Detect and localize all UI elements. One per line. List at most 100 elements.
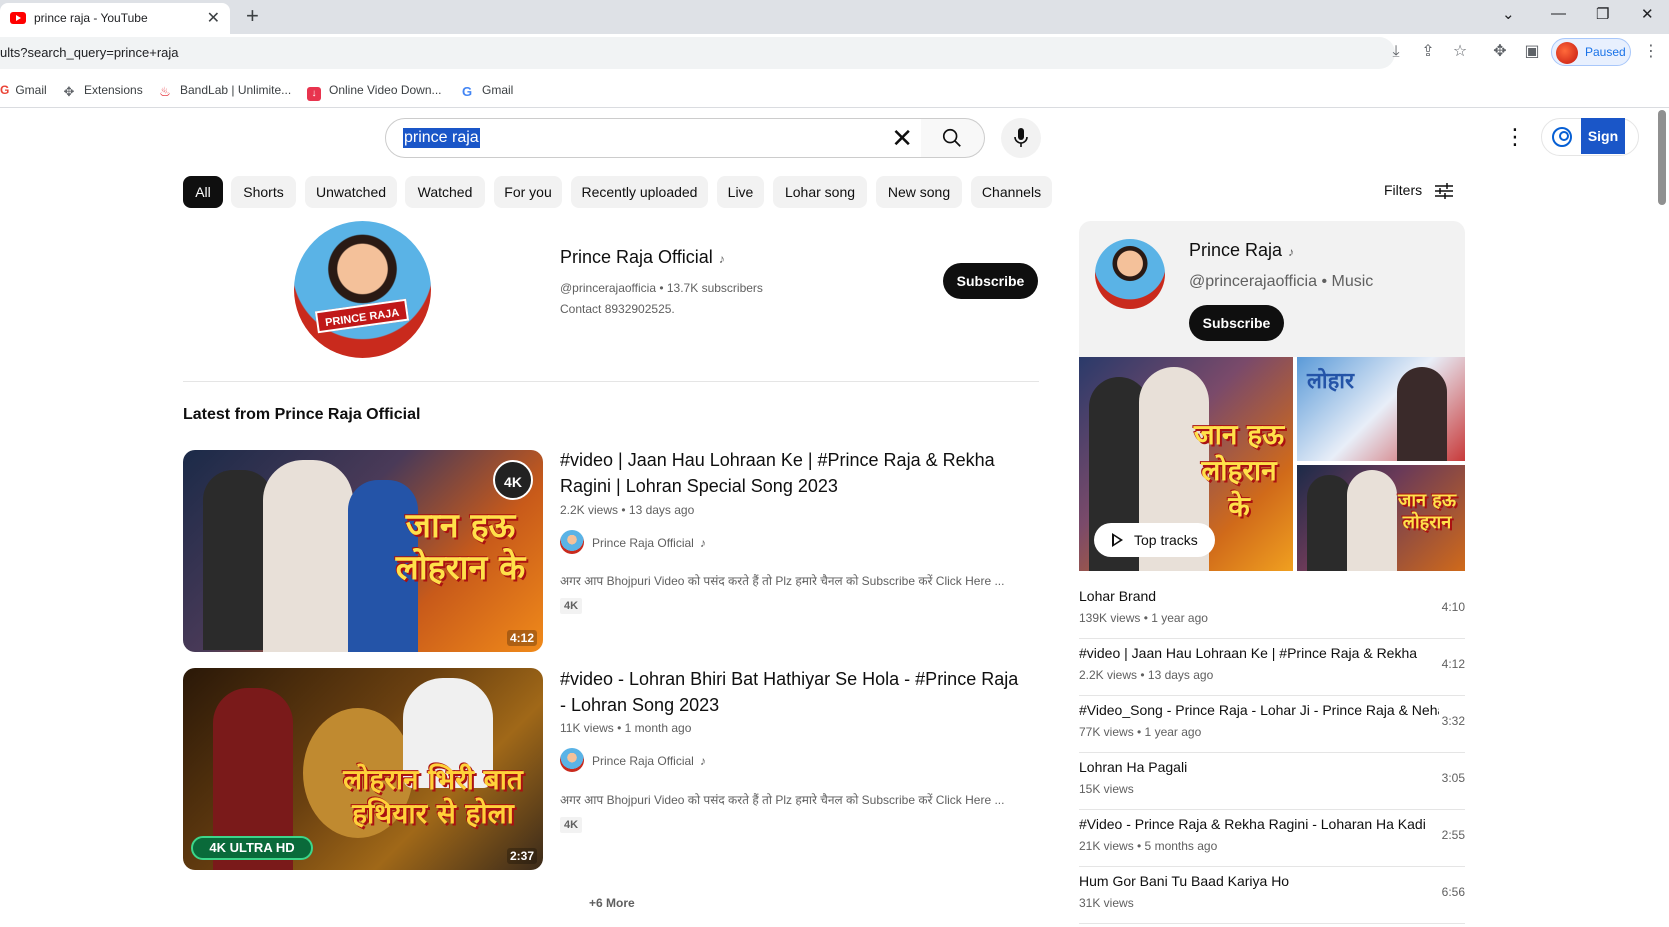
channel-avatar-small[interactable]: [560, 530, 584, 554]
search-query-text[interactable]: prince raja: [403, 128, 480, 148]
track-title: Lohar Brand: [1079, 588, 1157, 604]
track-item[interactable]: #video | Jaan Hau Lohraan Ke | #Prince R…: [1079, 639, 1465, 696]
bookmark-extensions[interactable]: ✥ Extensions: [62, 83, 143, 99]
thumbnail-title-text: जान हऊ लोहरान: [1398, 490, 1456, 533]
chip-for-you[interactable]: For you: [494, 176, 562, 208]
browser-tab-bar: prince raja - YouTube ✕ + ⌄ — ❐ ✕: [0, 0, 1669, 34]
video-title[interactable]: #video | Jaan Hau Lohraan Ke | #Prince R…: [560, 447, 1020, 499]
channel-name[interactable]: Prince Raja Official ♪: [560, 247, 725, 268]
video-title[interactable]: #video - Lohran Bhiri Bat Hathiyar Se Ho…: [560, 666, 1020, 718]
4k-badge: 4K: [560, 817, 582, 833]
divider: [183, 381, 1039, 382]
chip-new-song[interactable]: New song: [876, 176, 962, 208]
thumbnail-title-text: जान हऊ लोहरान के: [395, 506, 526, 588]
browser-menu-icon[interactable]: ⋮: [1641, 42, 1661, 62]
clear-search-icon[interactable]: ✕: [891, 125, 913, 151]
thumbnail-title-text: लोहरान भिरी बात हथियार से होला: [343, 763, 523, 830]
music-note-icon: ♪: [699, 536, 706, 550]
filters-icon[interactable]: [1435, 183, 1453, 199]
video-channel-name[interactable]: Prince Raja Official ♪: [592, 754, 706, 768]
close-window-icon[interactable]: ✕: [1641, 5, 1654, 23]
thumbnail-logo-text: लोहार: [1307, 368, 1354, 393]
search-icon: [942, 128, 961, 147]
extensions-puzzle-icon[interactable]: ✥: [1490, 42, 1510, 62]
chip-shorts[interactable]: Shorts: [231, 176, 296, 208]
new-tab-icon[interactable]: +: [246, 3, 259, 29]
play-icon: [1110, 533, 1124, 547]
settings-more-icon[interactable]: ⋮: [1504, 124, 1526, 150]
subscribe-button[interactable]: Subscribe: [943, 263, 1038, 299]
chip-channels[interactable]: Channels: [971, 176, 1052, 208]
panel-channel-avatar[interactable]: [1095, 239, 1165, 309]
video-channel-name[interactable]: Prince Raja Official ♪: [592, 536, 706, 550]
top-tracks-button[interactable]: Top tracks: [1094, 523, 1215, 557]
track-meta: 15K views: [1079, 782, 1134, 796]
track-item[interactable]: #Video_Song - Prince Raja - Lohar Ji - P…: [1079, 696, 1465, 753]
share-icon[interactable]: ⇪: [1418, 42, 1438, 62]
panel-subscribe-button[interactable]: Subscribe: [1189, 305, 1284, 341]
more-videos-link[interactable]: +6 More: [589, 896, 635, 910]
video-description: अगर आप Bhojpuri Video को पसंद करते हैं त…: [560, 793, 1005, 807]
search-input[interactable]: prince raja ✕: [385, 118, 922, 158]
bookmark-gmail-2[interactable]: G Gmail: [460, 83, 513, 99]
install-app-icon[interactable]: ⤓: [1386, 42, 1406, 62]
track-duration: 6:56: [1441, 885, 1465, 899]
side-panel-icon[interactable]: ▣: [1522, 42, 1542, 62]
address-bar[interactable]: ults?search_query=prince+raja: [0, 37, 1395, 69]
google-icon: G: [461, 84, 473, 99]
profile-status: Paused: [1585, 45, 1626, 59]
gmail-icon: G: [0, 83, 10, 97]
account-icon: [1552, 127, 1572, 147]
track-item[interactable]: #Video - Prince Raja & Rekha Ragini - Lo…: [1079, 810, 1465, 867]
video-description: अगर आप Bhojpuri Video को पसंद करते हैं त…: [560, 574, 1005, 588]
bookmark-online-video-downloader[interactable]: ↓ Online Video Down...: [307, 83, 442, 101]
track-meta: 77K views • 1 year ago: [1079, 725, 1202, 739]
browser-tab[interactable]: prince raja - YouTube ✕: [0, 3, 230, 34]
thumbnail-person: [1347, 470, 1397, 571]
video-thumbnail[interactable]: लोहरान भिरी बात हथियार से होला 4K ULTRA …: [183, 668, 543, 870]
track-thumbnail-jaan-hau[interactable]: जान हऊ लोहरान: [1297, 465, 1465, 571]
chip-all[interactable]: All: [183, 176, 223, 208]
search-button[interactable]: [921, 118, 985, 158]
bookmark-gmail[interactable]: G Gmail: [0, 83, 47, 97]
track-title: Lohran Ha Pagali: [1079, 759, 1188, 775]
restore-icon[interactable]: ❐: [1596, 5, 1609, 23]
track-item[interactable]: Lohran Ha Pagali 15K views 3:05: [1079, 753, 1465, 810]
track-title: Hum Gor Bani Tu Baad Kariya Ho: [1079, 873, 1290, 889]
chip-watched[interactable]: Watched: [405, 176, 485, 208]
channel-avatar-small[interactable]: [560, 748, 584, 772]
voice-search-button[interactable]: [1001, 118, 1041, 158]
track-item[interactable]: Hum Gor Bani Tu Baad Kariya Ho 31K views…: [1079, 867, 1465, 924]
filters-button[interactable]: Filters: [1384, 182, 1422, 198]
music-note-icon: ♪: [1288, 245, 1295, 259]
track-title: #Video - Prince Raja & Rekha Ragini - Lo…: [1079, 816, 1426, 832]
address-url: ults?search_query=prince+raja: [0, 45, 179, 60]
profile-button[interactable]: Paused: [1551, 38, 1631, 66]
bookmark-bandlab[interactable]: ♨ BandLab | Unlimite...: [158, 83, 291, 99]
track-duration: 3:05: [1441, 771, 1465, 785]
track-thumbnail-lohar-brand[interactable]: लोहार: [1297, 357, 1465, 461]
channel-avatar[interactable]: PRINCE RAJA: [294, 221, 431, 358]
sign-in-label: Sign in: [1581, 118, 1625, 180]
panel-header: Prince Raja ♪ @princerajaofficia • Music …: [1079, 221, 1465, 357]
browser-toolbar: ults?search_query=prince+raja ⤓ ⇪ ☆ ✥ ▣ …: [0, 34, 1669, 72]
sign-in-button[interactable]: Sign in: [1541, 118, 1639, 180]
tab-search-icon[interactable]: ⌄: [1502, 5, 1515, 23]
chip-live[interactable]: Live: [717, 176, 764, 208]
video-thumbnail[interactable]: जान हऊ लोहरान के 4K 4:12: [183, 450, 543, 652]
4k-logo: 4K: [493, 460, 533, 500]
panel-channel-name[interactable]: Prince Raja ♪: [1189, 240, 1294, 261]
chip-unwatched[interactable]: Unwatched: [305, 176, 397, 208]
4k-badge: 4K: [560, 598, 582, 614]
track-item[interactable]: Lohar Brand 139K views • 1 year ago 4:10: [1079, 582, 1465, 639]
page-scrollbar[interactable]: [1658, 110, 1666, 205]
panel-handle: @princerajaofficia • Music: [1189, 273, 1374, 290]
channel-panel: Prince Raja ♪ @princerajaofficia • Music …: [1079, 221, 1465, 924]
bookmark-star-icon[interactable]: ☆: [1450, 42, 1470, 62]
chip-lohar-song[interactable]: Lohar song: [773, 176, 867, 208]
track-title: #video | Jaan Hau Lohraan Ke | #Prince R…: [1079, 645, 1418, 661]
close-tab-icon[interactable]: ✕: [207, 8, 220, 28]
music-note-icon: ♪: [699, 754, 706, 768]
chip-recently-uploaded[interactable]: Recently uploaded: [571, 176, 708, 208]
minimize-icon[interactable]: —: [1551, 5, 1566, 22]
